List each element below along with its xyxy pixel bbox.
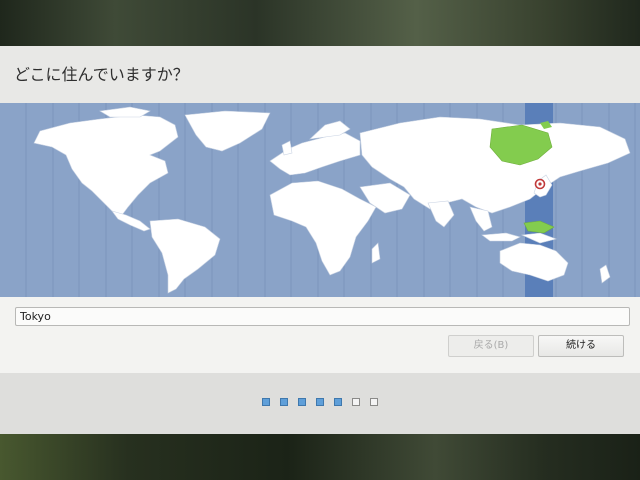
step-dot-2 bbox=[280, 398, 288, 406]
dialog-content: 戻る(B) 続ける bbox=[0, 297, 640, 373]
timezone-map[interactable] bbox=[0, 103, 640, 297]
city-pin-icon[interactable] bbox=[534, 178, 546, 190]
step-dot-5 bbox=[334, 398, 342, 406]
installer-dialog: どこに住んでいますか？ Tokyo 戻る(B) 続ける bbox=[0, 46, 640, 434]
continue-button[interactable]: 続ける bbox=[538, 335, 624, 357]
world-map[interactable] bbox=[0, 103, 640, 297]
step-dot-4 bbox=[316, 398, 324, 406]
step-dot-7 bbox=[370, 398, 378, 406]
desktop-background-top bbox=[0, 0, 640, 46]
desktop-background-bottom bbox=[0, 434, 640, 480]
page-title: どこに住んでいますか？ bbox=[14, 65, 189, 84]
step-indicator bbox=[262, 398, 388, 408]
location-input[interactable] bbox=[15, 307, 630, 326]
progress-footer bbox=[0, 373, 640, 434]
step-dot-6 bbox=[352, 398, 360, 406]
back-button[interactable]: 戻る(B) bbox=[448, 335, 534, 357]
dialog-header: どこに住んでいますか？ bbox=[0, 46, 640, 103]
step-dot-3 bbox=[298, 398, 306, 406]
step-dot-1 bbox=[262, 398, 270, 406]
